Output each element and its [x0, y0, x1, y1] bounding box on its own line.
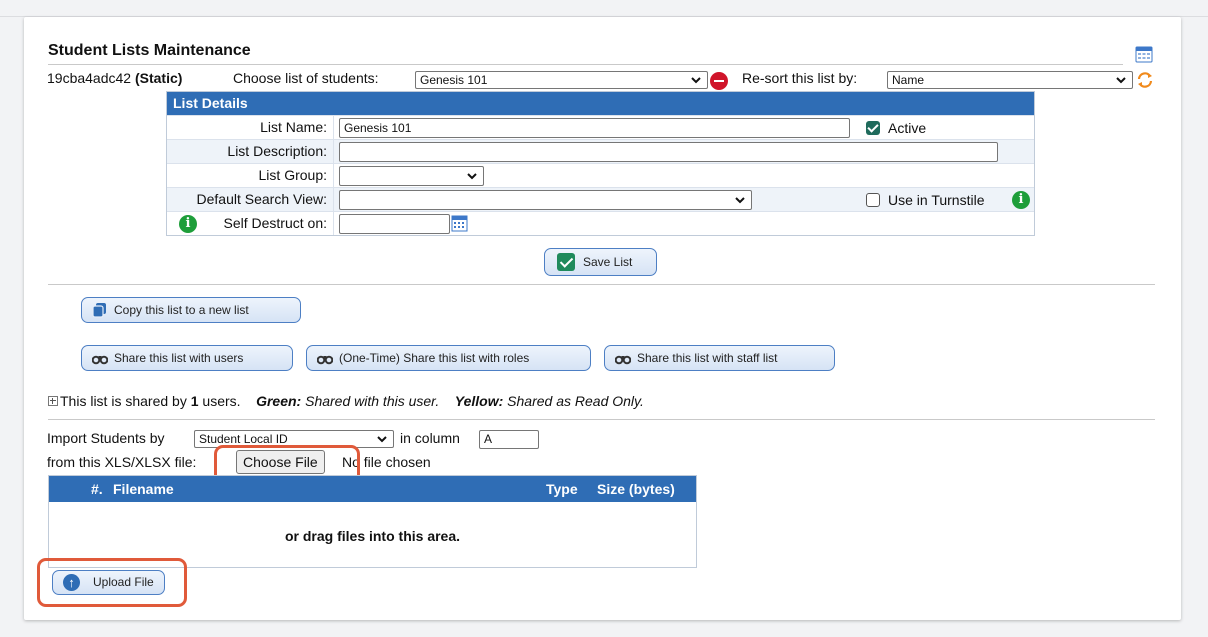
choose-list-value: Genesis 101 — [420, 73, 488, 87]
file-label: from this XLS/XLSX file: — [47, 454, 197, 470]
green-text: Shared with this user. — [305, 393, 440, 409]
turnstile-checkbox[interactable] — [866, 193, 880, 207]
save-list-label: Save List — [583, 255, 633, 269]
import-by-value: Student Local ID — [199, 432, 288, 446]
chevron-down-icon — [691, 77, 701, 84]
import-by-label: Import Students by — [47, 430, 165, 446]
list-name-input[interactable]: Genesis 101 — [339, 118, 850, 138]
choose-list-label: Choose list of students: — [233, 70, 379, 86]
share-staff-button[interactable]: Share this list with staff list — [604, 345, 835, 371]
shared-prefix: This list is shared by — [60, 393, 187, 409]
share-roles-label: (One-Time) Share this list with roles — [339, 351, 530, 365]
list-group-select[interactable] — [339, 166, 484, 186]
page-title: Student Lists Maintenance — [48, 42, 251, 59]
check-icon — [557, 253, 575, 271]
drop-hint: or drag files into this area. — [284, 528, 461, 544]
copy-icon — [92, 303, 106, 318]
refresh-icon[interactable] — [1136, 71, 1154, 89]
title-divider — [48, 64, 1123, 65]
share-roles-button[interactable]: (One-Time) Share this list with roles — [306, 345, 591, 371]
shared-suffix: users. — [202, 393, 241, 409]
active-label: Active — [888, 120, 927, 136]
resort-label: Re-sort this list by: — [742, 70, 858, 86]
list-id-label: 19cba4adc42 (Static) — [47, 70, 182, 86]
copy-list-button[interactable]: Copy this list to a new list — [81, 297, 301, 323]
list-name-label: List Name: — [167, 116, 334, 139]
col-size: Size (bytes) — [597, 481, 675, 497]
col-number: #. — [91, 481, 103, 497]
choose-list-select[interactable]: Genesis 101 — [415, 71, 708, 89]
list-type: (Static) — [134, 70, 183, 86]
active-checkbox[interactable] — [866, 121, 880, 135]
yellow-label: Yellow: — [454, 393, 504, 409]
copy-list-label: Copy this list to a new list — [114, 303, 249, 317]
col-type: Type — [546, 481, 578, 497]
yellow-text: Shared as Read Only. — [507, 393, 644, 409]
list-group-row: List Group: — [167, 163, 1034, 187]
list-description-label: List Description: — [167, 140, 334, 163]
chevron-down-icon — [735, 197, 745, 204]
binoculars-icon — [615, 355, 631, 365]
default-view-select[interactable] — [339, 190, 752, 210]
list-name-row: List Name: Genesis 101 Active — [167, 115, 1034, 139]
share-users-label: Share this list with users — [114, 351, 244, 365]
info-icon[interactable]: i — [1012, 191, 1030, 209]
chevron-down-icon — [1116, 77, 1126, 84]
list-details-table: List Details List Name: Genesis 101 Acti… — [166, 91, 1035, 236]
main-panel: Student Lists Maintenance 19cba4adc42 (S… — [24, 17, 1181, 620]
divider — [48, 284, 1155, 285]
resort-value: Name — [892, 73, 925, 87]
default-view-row: Default Search View: Use in Turnstile i — [167, 187, 1034, 211]
self-destruct-label-cell: i Self Destruct on: — [167, 212, 334, 235]
self-destruct-row: i Self Destruct on: — [167, 211, 1034, 235]
green-label: Green: — [256, 393, 302, 409]
file-drop-area[interactable]: #. Filename Type Size (bytes) or drag fi… — [48, 475, 697, 568]
list-details-header: List Details — [167, 92, 1034, 115]
binoculars-icon — [317, 355, 333, 365]
expand-icon[interactable] — [48, 396, 58, 406]
highlight-box — [37, 558, 187, 607]
list-description-row: List Description: — [167, 139, 1034, 163]
default-view-label: Default Search View: — [167, 188, 334, 211]
delete-list-icon[interactable] — [710, 72, 728, 90]
info-icon[interactable]: i — [179, 215, 197, 233]
list-id: 19cba4adc42 — [47, 70, 132, 86]
self-destruct-input[interactable] — [339, 214, 450, 234]
list-group-label: List Group: — [167, 164, 334, 187]
chevron-down-icon — [467, 173, 477, 180]
resort-select[interactable]: Name — [887, 71, 1133, 89]
share-staff-label: Share this list with staff list — [637, 351, 778, 365]
shared-info: This list is shared by 1 users. Green: S… — [60, 393, 644, 409]
file-table-header: #. Filename Type Size (bytes) — [49, 476, 696, 502]
list-description-input[interactable] — [339, 142, 998, 162]
divider — [48, 419, 1155, 420]
self-destruct-label: Self Destruct on: — [223, 215, 328, 231]
turnstile-label: Use in Turnstile — [888, 192, 985, 208]
column-label: in column — [400, 430, 460, 446]
column-input[interactable]: A — [479, 430, 539, 449]
col-filename: Filename — [113, 481, 174, 497]
save-list-button[interactable]: Save List — [544, 248, 657, 276]
shared-count: 1 — [190, 393, 199, 409]
share-users-button[interactable]: Share this list with users — [81, 345, 293, 371]
chevron-down-icon — [377, 436, 387, 443]
calendar-icon[interactable] — [1135, 45, 1153, 63]
calendar-icon[interactable] — [451, 215, 468, 232]
binoculars-icon — [92, 355, 108, 365]
